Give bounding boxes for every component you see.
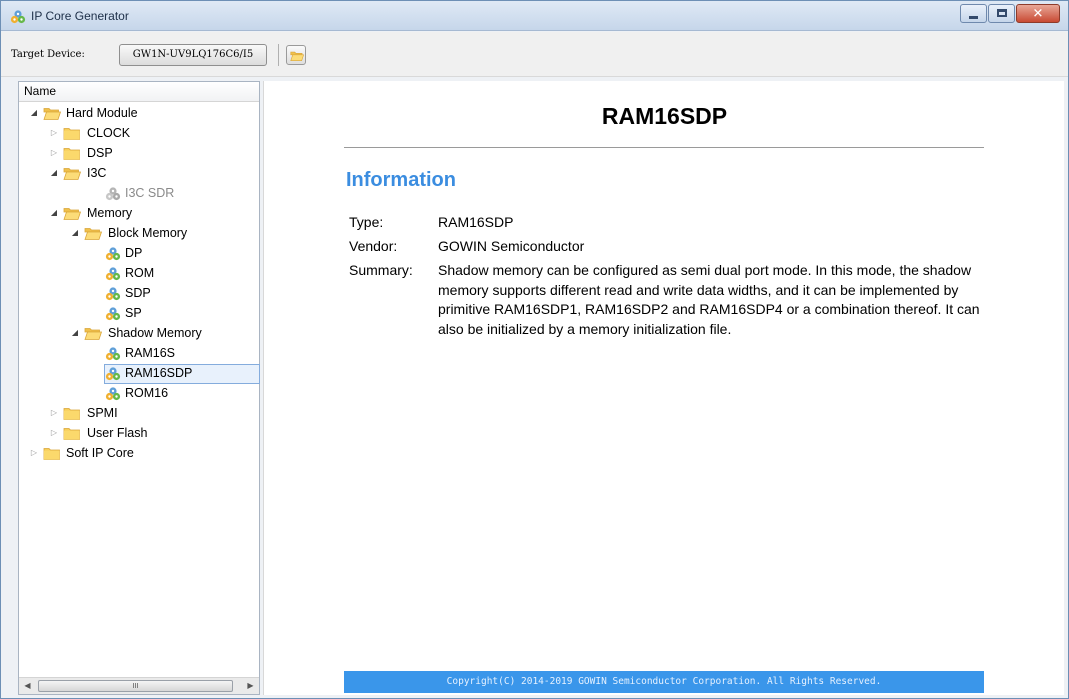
tree-item-memory[interactable]: ◢ Memory bbox=[19, 204, 259, 224]
ip-core-icon bbox=[105, 246, 121, 262]
tree-item-shadow-memory[interactable]: ◢ Shadow Memory bbox=[19, 324, 259, 344]
maximize-icon bbox=[997, 9, 1007, 17]
collapse-arrow-icon[interactable]: ▷ bbox=[49, 127, 59, 139]
tree-item-user-flash[interactable]: ▷ User Flash bbox=[19, 424, 259, 444]
tree-item-i3c-sdr[interactable]: I3C SDR bbox=[19, 184, 259, 204]
tree-item-dp[interactable]: DP bbox=[19, 244, 259, 264]
window-controls: ✕ bbox=[959, 4, 1060, 24]
tree-item-rom16[interactable]: ROM16 bbox=[19, 384, 259, 404]
type-value: RAM16SDP bbox=[438, 214, 514, 230]
ip-core-icon bbox=[105, 366, 121, 382]
close-icon: ✕ bbox=[1032, 6, 1044, 21]
horizontal-scrollbar[interactable]: ◀ III ▶ bbox=[19, 677, 259, 694]
folder-open-icon bbox=[43, 106, 61, 121]
folder-icon bbox=[43, 446, 61, 461]
tree-item-label: User Flash bbox=[87, 426, 148, 440]
ip-core-icon bbox=[105, 386, 121, 402]
tree-item-rom[interactable]: ROM bbox=[19, 264, 259, 284]
type-label: Type: bbox=[349, 214, 384, 230]
folder-icon bbox=[63, 126, 81, 141]
app-gear-icon bbox=[10, 9, 26, 25]
tree-column-header[interactable]: Name bbox=[19, 82, 259, 102]
tree-item-label: Block Memory bbox=[108, 226, 188, 240]
expand-arrow-icon[interactable]: ◢ bbox=[49, 207, 59, 219]
close-button[interactable]: ✕ bbox=[1016, 4, 1060, 23]
tree-item-spmi[interactable]: ▷ SPMI bbox=[19, 404, 259, 424]
tree-item-clock[interactable]: ▷ CLOCK bbox=[19, 124, 259, 144]
minimize-button[interactable] bbox=[960, 4, 987, 23]
vendor-value: GOWIN Semiconductor bbox=[438, 238, 585, 254]
tree-item-label: SP bbox=[125, 306, 142, 320]
expand-arrow-icon[interactable]: ◢ bbox=[49, 167, 59, 179]
summary-value: Shadow memory can be configured as semi … bbox=[438, 262, 980, 337]
tree-item-label: ROM bbox=[125, 266, 155, 280]
minimize-icon bbox=[969, 16, 978, 19]
tree-item-label: SPMI bbox=[87, 406, 118, 420]
scroll-left-icon[interactable]: ◀ bbox=[19, 678, 36, 694]
summary-label: Summary: bbox=[349, 262, 413, 278]
folder-icon bbox=[290, 50, 304, 62]
tree-item-ram16sdp[interactable]: RAM16SDP bbox=[19, 364, 260, 384]
copyright-footer: Copyright(C) 2014-2019 GOWIN Semiconduct… bbox=[344, 671, 984, 693]
section-heading: Information bbox=[346, 169, 456, 191]
window-title: IP Core Generator bbox=[31, 9, 129, 23]
folder-icon bbox=[63, 406, 81, 421]
collapse-arrow-icon[interactable]: ▷ bbox=[29, 447, 39, 459]
tree-item-label: ROM16 bbox=[125, 386, 169, 400]
open-folder-button[interactable] bbox=[286, 45, 306, 65]
tree-item-soft-ip-core[interactable]: ▷ Soft IP Core bbox=[19, 444, 259, 464]
tree-item-sp[interactable]: SP bbox=[19, 304, 259, 324]
maximize-button[interactable] bbox=[988, 4, 1015, 23]
folder-open-icon bbox=[84, 326, 102, 341]
tree-item-label: DP bbox=[125, 246, 143, 260]
tree-item-label: Memory bbox=[87, 206, 133, 220]
title-bar[interactable]: IP Core Generator ✕ bbox=[1, 1, 1068, 31]
ip-info-panel: RAM16SDP Information Type: RAM16SDP Vend… bbox=[263, 81, 1064, 695]
expand-arrow-icon[interactable]: ◢ bbox=[29, 107, 39, 119]
tree-item-dsp[interactable]: ▷ DSP bbox=[19, 144, 259, 164]
ip-core-icon bbox=[105, 346, 121, 362]
tree-item-label: I3C bbox=[87, 166, 107, 180]
tree-item-label: Soft IP Core bbox=[66, 446, 134, 460]
target-device-button[interactable]: GW1N-UV9LQ176C6/I5 bbox=[119, 44, 267, 66]
ip-core-icon bbox=[105, 266, 121, 282]
scroll-right-icon[interactable]: ▶ bbox=[242, 678, 259, 694]
folder-open-icon bbox=[63, 166, 81, 181]
tree-item-label: I3C SDR bbox=[125, 186, 175, 200]
ip-core-gray-icon bbox=[105, 186, 121, 202]
expand-arrow-icon[interactable]: ◢ bbox=[70, 327, 80, 339]
expand-arrow-icon[interactable]: ◢ bbox=[70, 227, 80, 239]
folder-icon bbox=[63, 146, 81, 161]
tree-item-sdp[interactable]: SDP bbox=[19, 284, 259, 304]
app-window: IP Core Generator ✕ Target Device: GW1N-… bbox=[0, 0, 1069, 699]
tree-item-label: DSP bbox=[87, 146, 113, 160]
tree-item-label: Hard Module bbox=[66, 106, 138, 120]
vendor-label: Vendor: bbox=[349, 238, 398, 254]
folder-icon bbox=[63, 426, 81, 441]
tree-item-i3c[interactable]: ◢ I3C bbox=[19, 164, 259, 184]
collapse-arrow-icon[interactable]: ▷ bbox=[49, 427, 59, 439]
tree-item-ram16s[interactable]: RAM16S bbox=[19, 344, 259, 364]
target-device-label: Target Device: bbox=[11, 49, 85, 60]
ip-title: RAM16SDP bbox=[601, 103, 728, 129]
collapse-arrow-icon[interactable]: ▷ bbox=[49, 407, 59, 419]
toolbar-separator bbox=[278, 44, 279, 66]
tree-item-block-memory[interactable]: ◢ Block Memory bbox=[19, 224, 259, 244]
tree-item-label: RAM16SDP bbox=[125, 366, 193, 380]
tree-item-label: RAM16S bbox=[125, 346, 176, 360]
tree-item-label: SDP bbox=[125, 286, 151, 300]
tree-item-label: CLOCK bbox=[87, 126, 131, 140]
ip-core-icon bbox=[105, 286, 121, 302]
tree-item-hard-module[interactable]: ◢ Hard Module bbox=[19, 104, 259, 124]
ip-core-icon bbox=[105, 306, 121, 322]
tree-item-label: Shadow Memory bbox=[108, 326, 202, 340]
folder-open-icon bbox=[84, 226, 102, 241]
title-divider bbox=[344, 147, 984, 148]
collapse-arrow-icon[interactable]: ▷ bbox=[49, 147, 59, 159]
folder-open-icon bbox=[63, 206, 81, 221]
scrollbar-thumb[interactable]: III bbox=[38, 680, 233, 692]
toolbar: Target Device: GW1N-UV9LQ176C6/I5 bbox=[1, 32, 1068, 77]
ip-tree-panel: Name ◢ Hard Module ▷ CLOCK ▷ DSP ◢ I3C I… bbox=[18, 81, 260, 695]
